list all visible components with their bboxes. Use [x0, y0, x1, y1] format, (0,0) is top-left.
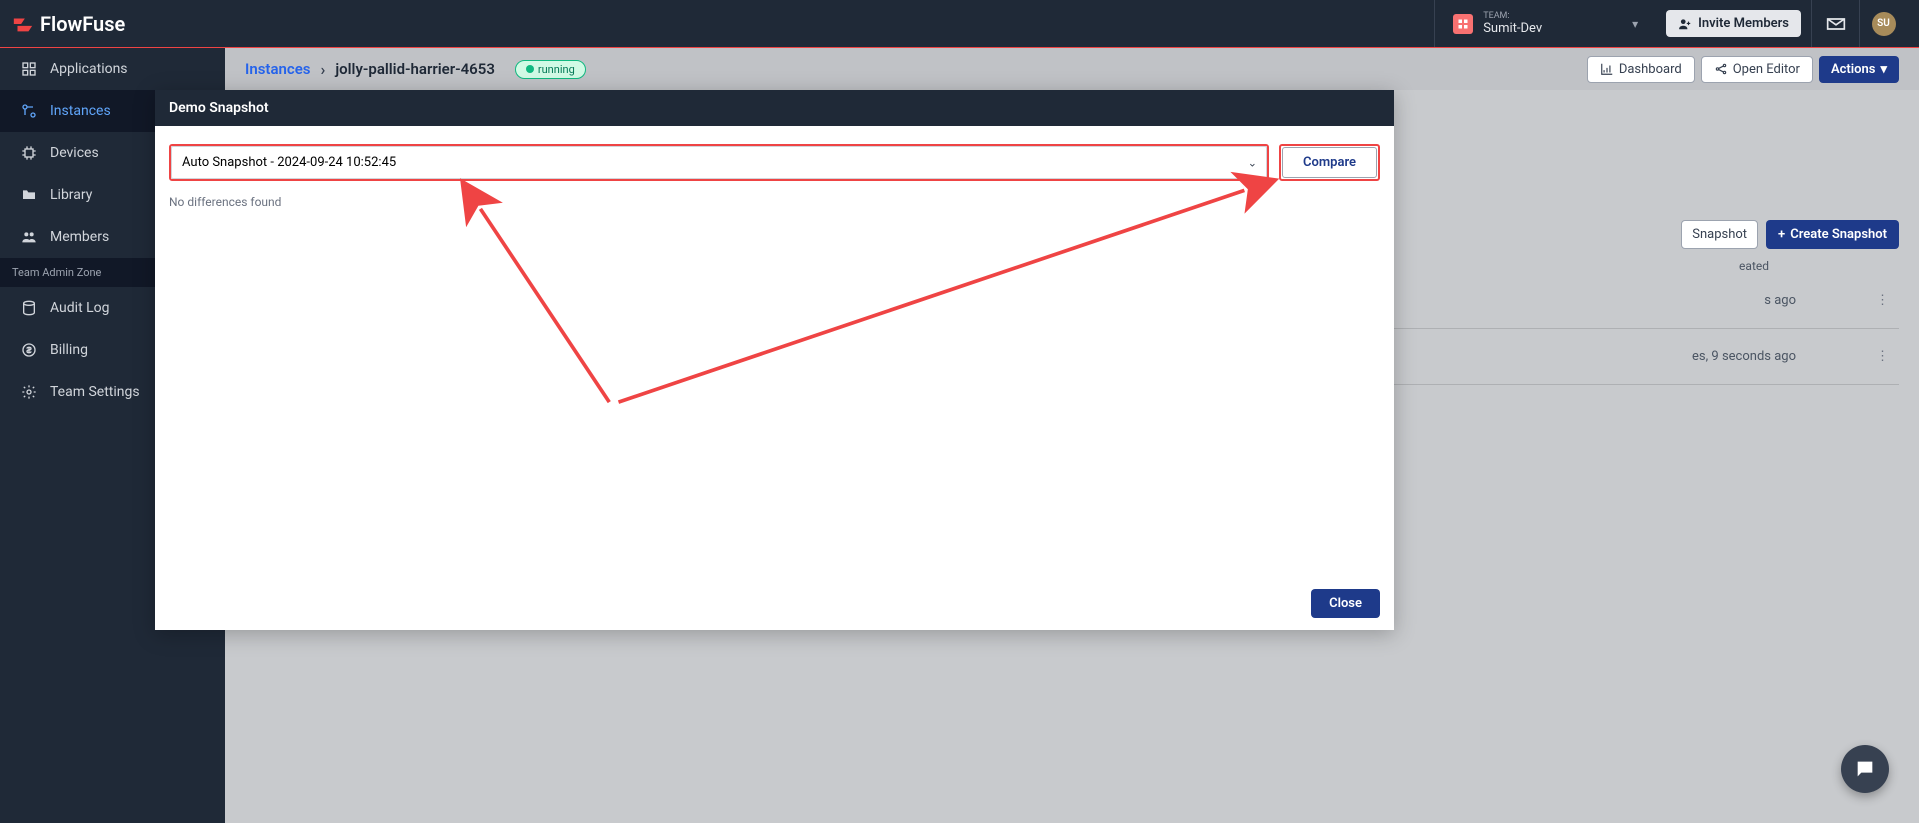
chip-icon	[20, 144, 38, 162]
close-button[interactable]: Close	[1311, 589, 1380, 618]
breadcrumb-current: jolly-pallid-harrier-4653	[335, 60, 495, 78]
row-timestamp: s ago	[1764, 293, 1796, 308]
snapshot-select[interactable]: Auto Snapshot - 2024-09-24 10:52:45	[171, 146, 1267, 179]
gear-icon	[20, 383, 38, 401]
actions-dropdown-button[interactable]: Actions ▾	[1819, 56, 1899, 83]
open-editor-button[interactable]: Open Editor	[1701, 56, 1813, 83]
person-add-icon	[1678, 17, 1692, 31]
flowfuse-logo-icon	[12, 13, 34, 35]
brand-text: FlowFuse	[40, 12, 125, 36]
users-icon	[20, 228, 38, 246]
snapshot-compare-modal: Demo Snapshot Auto Snapshot - 2024-09-24…	[155, 90, 1394, 630]
sidebar-item-label: Billing	[50, 342, 88, 358]
create-snapshot-button[interactable]: + Create Snapshot	[1766, 220, 1899, 249]
sidebar-item-label: Team Settings	[50, 384, 140, 400]
kebab-menu-icon[interactable]: ⋮	[1876, 349, 1889, 364]
folder-icon	[20, 186, 38, 204]
kebab-menu-icon[interactable]: ⋮	[1876, 293, 1889, 308]
no-differences-text: No differences found	[169, 195, 1380, 209]
nodes-icon	[20, 102, 38, 120]
team-label: TEAM:	[1483, 11, 1542, 21]
team-avatar-icon	[1453, 14, 1473, 34]
app-header: FlowFuse TEAM: Sumit-Dev ▾ Invite Member…	[0, 0, 1919, 48]
team-selector[interactable]: TEAM: Sumit-Dev ▾	[1434, 0, 1656, 47]
dollar-icon	[20, 341, 38, 359]
row-timestamp: es, 9 seconds ago	[1692, 349, 1796, 364]
database-icon	[20, 299, 38, 317]
compare-button-highlight: Compare	[1279, 144, 1380, 181]
chevron-down-icon: ▾	[1632, 17, 1638, 31]
status-dot-icon	[526, 65, 534, 73]
compare-button[interactable]: Compare	[1282, 147, 1377, 178]
sidebar-item-label: Members	[50, 229, 109, 245]
chart-icon	[1600, 62, 1614, 76]
sidebar-item-label: Instances	[50, 103, 111, 119]
breadcrumb-separator: ›	[321, 60, 326, 79]
chat-help-button[interactable]	[1841, 745, 1889, 793]
avatar-initials: SU	[1872, 12, 1896, 36]
breadcrumb-bar: Instances › jolly-pallid-harrier-4653 ru…	[225, 48, 1919, 90]
brand-logo[interactable]: FlowFuse	[12, 12, 125, 36]
plus-icon: +	[1778, 227, 1785, 242]
sidebar-item-label: Applications	[50, 61, 128, 77]
modal-title: Demo Snapshot	[155, 90, 1394, 126]
sidebar-item-applications[interactable]: Applications	[0, 48, 225, 90]
upload-snapshot-button[interactable]: Snapshot	[1681, 220, 1758, 249]
dashboard-button[interactable]: Dashboard	[1587, 56, 1695, 83]
grid-icon	[20, 60, 38, 78]
snapshot-select-highlight: Auto Snapshot - 2024-09-24 10:52:45 ⌄	[169, 144, 1269, 181]
sidebar-item-label: Library	[50, 187, 92, 203]
invite-members-button[interactable]: Invite Members	[1666, 10, 1801, 37]
chat-icon	[1854, 758, 1876, 780]
mail-button[interactable]	[1811, 0, 1859, 47]
mail-icon	[1826, 14, 1846, 34]
annotation-arrows	[155, 126, 1394, 577]
user-avatar[interactable]: SU	[1859, 0, 1907, 47]
team-name: Sumit-Dev	[1483, 21, 1542, 36]
sidebar-item-label: Devices	[50, 145, 99, 161]
breadcrumb-root[interactable]: Instances	[245, 60, 311, 78]
chevron-down-icon: ▾	[1880, 62, 1887, 77]
status-badge: running	[515, 60, 586, 79]
share-icon	[1714, 62, 1728, 76]
sidebar-item-label: Audit Log	[50, 300, 110, 316]
